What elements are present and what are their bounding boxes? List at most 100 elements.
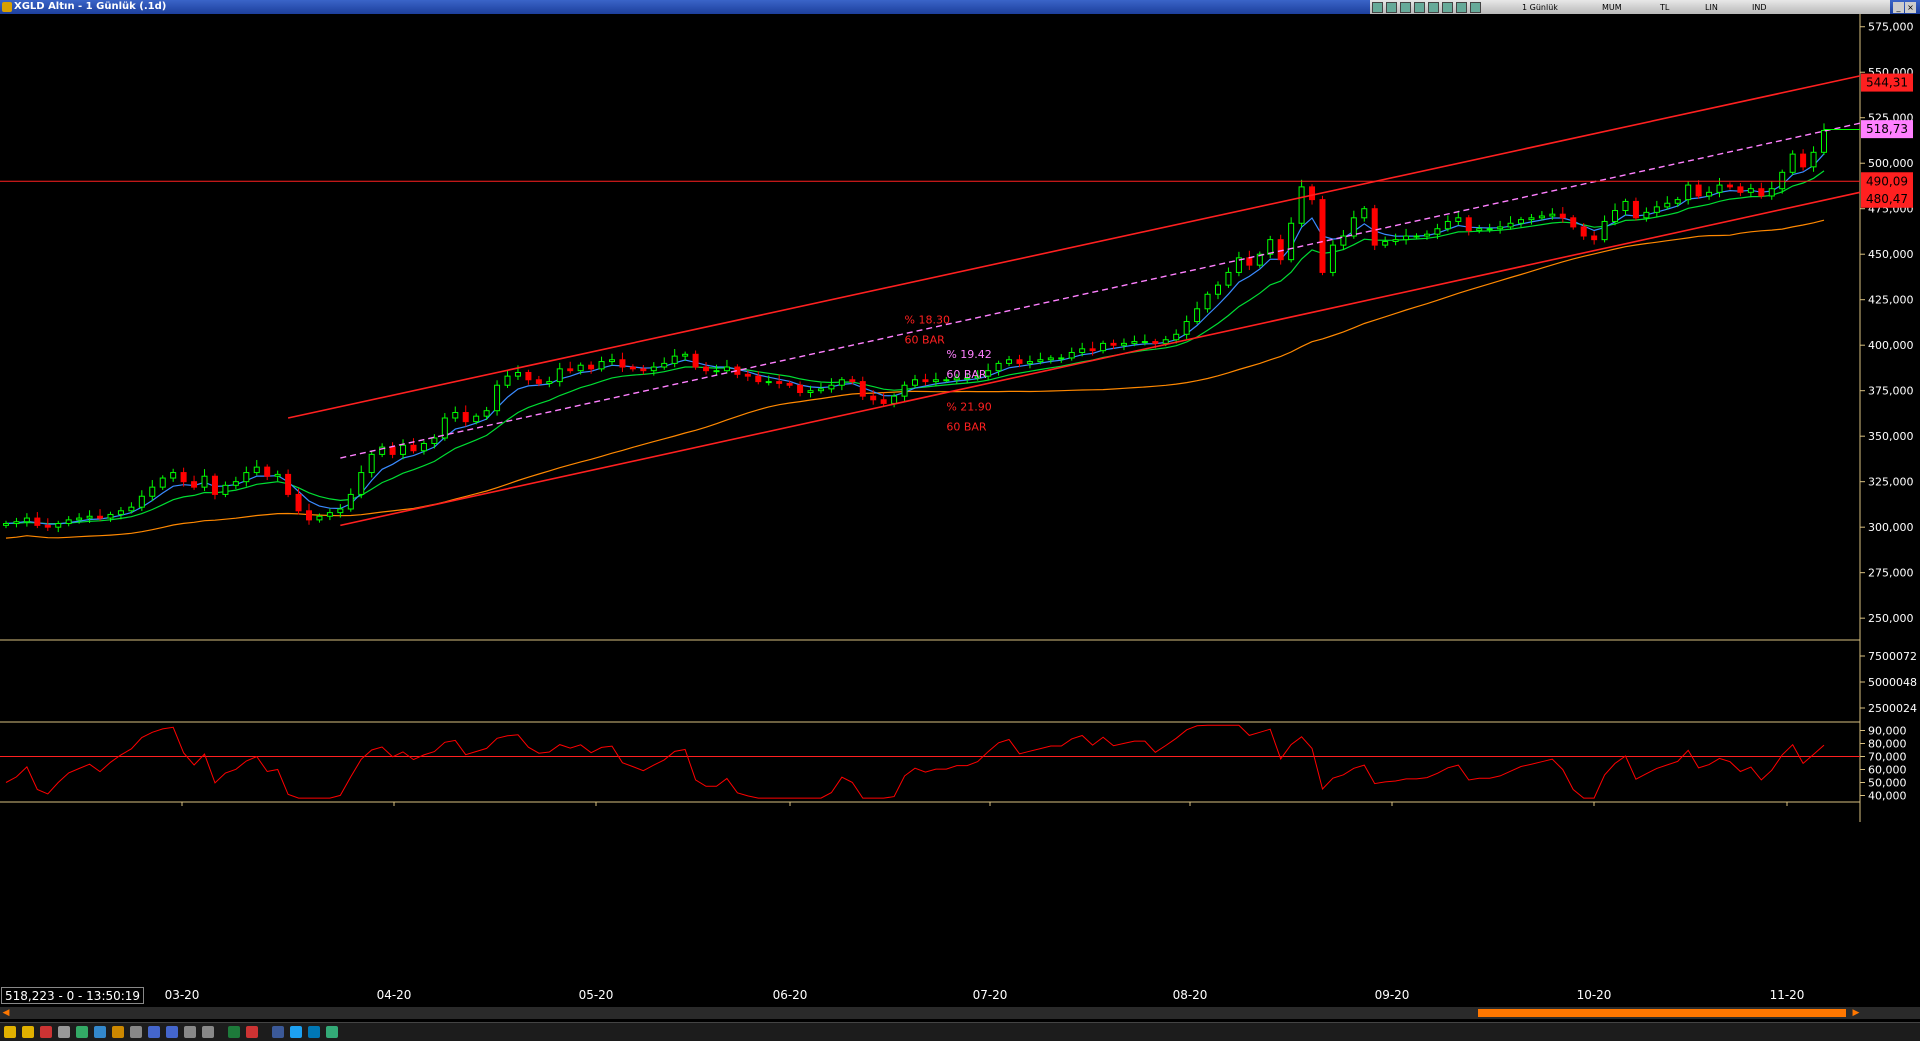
x-tick-label: 03-20 [165, 988, 200, 1002]
candle-body [1382, 240, 1389, 246]
excel-icon[interactable] [228, 1026, 240, 1038]
candle-body [1100, 342, 1107, 352]
candle-body [1632, 200, 1639, 219]
candle-body [692, 353, 699, 368]
candle-body [817, 388, 824, 392]
tool-icon[interactable] [1428, 2, 1439, 13]
facebook-icon[interactable] [272, 1026, 284, 1038]
print-icon[interactable] [184, 1026, 196, 1038]
tool-icon[interactable] [1372, 2, 1383, 13]
tool-icon[interactable] [1442, 2, 1453, 13]
time-scrollbar[interactable]: ◀ ▶ [0, 1007, 1920, 1019]
x-tick-label: 08-20 [1173, 988, 1208, 1002]
scroll-right-icon[interactable]: ▶ [1850, 1007, 1862, 1019]
candle-body [1747, 188, 1754, 193]
chart-mode-select[interactable]: MUM [1602, 1, 1622, 15]
scroll-left-icon[interactable]: ◀ [0, 1007, 12, 1019]
copy-icon[interactable] [202, 1026, 214, 1038]
tool-icon[interactable] [1386, 2, 1397, 13]
draw-icon[interactable] [94, 1026, 106, 1038]
close-button[interactable]: × [1905, 2, 1916, 13]
candle-body [1131, 341, 1138, 344]
chart-area[interactable]: 575,000550,000525,000500,000475,000450,0… [0, 14, 1920, 1022]
settings-icon[interactable] [58, 1026, 70, 1038]
candle-body [556, 368, 563, 383]
tool-icon[interactable] [1414, 2, 1425, 13]
candle-body [3, 523, 9, 526]
candle-body [912, 379, 918, 386]
tool-icon[interactable] [1400, 2, 1411, 13]
candle-body [504, 375, 511, 386]
candle-body [1455, 217, 1462, 222]
candle-body [609, 359, 615, 363]
chart-icon[interactable] [4, 1026, 16, 1038]
tool-icon[interactable] [1470, 2, 1481, 13]
candle-body [253, 466, 260, 474]
candle-body [1110, 342, 1117, 346]
candle-body [1486, 228, 1493, 231]
y-tick-label: 250,000 [1868, 612, 1914, 625]
indicator-icon[interactable] [76, 1026, 88, 1038]
candle-body [1403, 235, 1410, 241]
candle-body [1444, 220, 1451, 230]
candle-body [1194, 308, 1201, 323]
candle-body [1758, 188, 1765, 197]
whatsapp-icon[interactable] [326, 1026, 338, 1038]
x-tick-label: 04-20 [377, 988, 412, 1002]
scroll-thumb[interactable] [1478, 1009, 1846, 1017]
annotation-bars: 60 BAR [946, 421, 987, 434]
price-label: 480,47 [1866, 192, 1908, 206]
open-icon[interactable] [166, 1026, 178, 1038]
candle-body [410, 444, 417, 452]
chart-toolbar: 1 Günlük MUM TL LIN IND [1370, 0, 1890, 14]
candle-body [1716, 184, 1723, 193]
candle-body [922, 379, 929, 383]
candle-body [1141, 341, 1148, 344]
indicator-select[interactable]: IND [1752, 1, 1767, 15]
volume-tick-label: 2500024 [1868, 702, 1917, 715]
y-tick-label: 575,000 [1868, 21, 1914, 34]
candle-body [891, 395, 898, 404]
candle-body [1601, 220, 1608, 241]
linkedin-icon[interactable] [308, 1026, 320, 1038]
candle-body [1528, 217, 1535, 221]
candle-body [420, 442, 427, 452]
candle-body [1643, 211, 1650, 219]
ma-mid-line [5, 170, 1825, 525]
template-icon[interactable] [130, 1026, 142, 1038]
candle-body [901, 384, 908, 397]
candle-body [1277, 239, 1284, 261]
candle-body [1319, 199, 1326, 273]
candle-body [588, 364, 595, 370]
candle-body [1768, 188, 1775, 197]
candle-body [797, 384, 804, 394]
candle-body [222, 484, 229, 495]
candle-body [389, 446, 396, 455]
chart-icon[interactable] [22, 1026, 34, 1038]
candle-body [1204, 293, 1211, 310]
save-icon[interactable] [148, 1026, 160, 1038]
candle-body [1706, 191, 1713, 197]
candle-body [1549, 213, 1556, 217]
regression-line [340, 122, 1861, 459]
draw-icon[interactable] [112, 1026, 124, 1038]
candle-body [661, 362, 668, 368]
scale-select[interactable]: LIN [1705, 1, 1718, 15]
candle-body [765, 381, 772, 384]
x-tick-label: 05-20 [579, 988, 614, 1002]
minimize-button[interactable]: _ [1893, 2, 1904, 13]
currency-select[interactable]: TL [1660, 1, 1669, 15]
candle-body [1789, 153, 1796, 173]
osc-tick-label: 90,000 [1868, 725, 1907, 738]
period-select[interactable]: 1 Günlük [1522, 1, 1558, 15]
candle-body [1518, 219, 1524, 224]
twitter-icon[interactable] [290, 1026, 302, 1038]
tool-icon[interactable] [1456, 2, 1467, 13]
app-icon [2, 2, 12, 12]
alarm-icon[interactable] [40, 1026, 52, 1038]
candle-body [1612, 210, 1619, 222]
candle-body [347, 493, 354, 510]
pdf-icon[interactable] [246, 1026, 258, 1038]
candle-body [640, 368, 647, 372]
candle-body [1058, 357, 1065, 360]
